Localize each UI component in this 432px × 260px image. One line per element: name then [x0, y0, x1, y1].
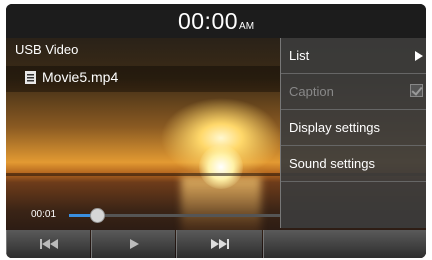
menu-item-label: List	[289, 48, 310, 63]
progress-bar[interactable]	[69, 208, 281, 223]
sun	[199, 145, 243, 189]
play-button[interactable]	[91, 230, 175, 258]
menu-item-caption[interactable]: Caption	[281, 74, 426, 110]
menu-item-label: Sound settings	[289, 156, 376, 171]
clock: 00:00AM	[6, 8, 426, 35]
progress-knob[interactable]	[89, 208, 105, 223]
controls-extra-area	[263, 230, 426, 258]
play-icon	[129, 239, 139, 249]
previous-icon	[39, 239, 58, 249]
menu-item-sound-settings[interactable]: Sound settings	[281, 146, 426, 182]
clock-ampm: AM	[239, 21, 255, 32]
clock-time: 00:00	[177, 8, 239, 34]
source-title: USB Video	[15, 42, 79, 57]
playback-controls	[6, 230, 426, 258]
next-button[interactable]	[176, 230, 262, 258]
menu-item-label: Display settings	[289, 120, 381, 135]
status-bar: 00:00AM	[6, 4, 426, 38]
menu-item-display-settings[interactable]: Display settings	[281, 110, 426, 146]
video-player-screen: 00:00AM USB Video Movie5.mp4 00:01 List …	[6, 4, 426, 258]
list-icon	[25, 71, 36, 84]
options-menu: List Caption Display settings Sound sett…	[280, 38, 426, 228]
menu-item-label: Caption	[289, 84, 334, 99]
next-icon	[210, 239, 229, 249]
previous-button[interactable]	[6, 230, 90, 258]
menu-item-list[interactable]: List	[281, 38, 426, 74]
elapsed-time: 00:01	[31, 209, 57, 220]
checkbox-icon[interactable]	[410, 84, 423, 97]
chevron-right-icon	[415, 51, 423, 61]
file-name: Movie5.mp4	[42, 69, 119, 85]
